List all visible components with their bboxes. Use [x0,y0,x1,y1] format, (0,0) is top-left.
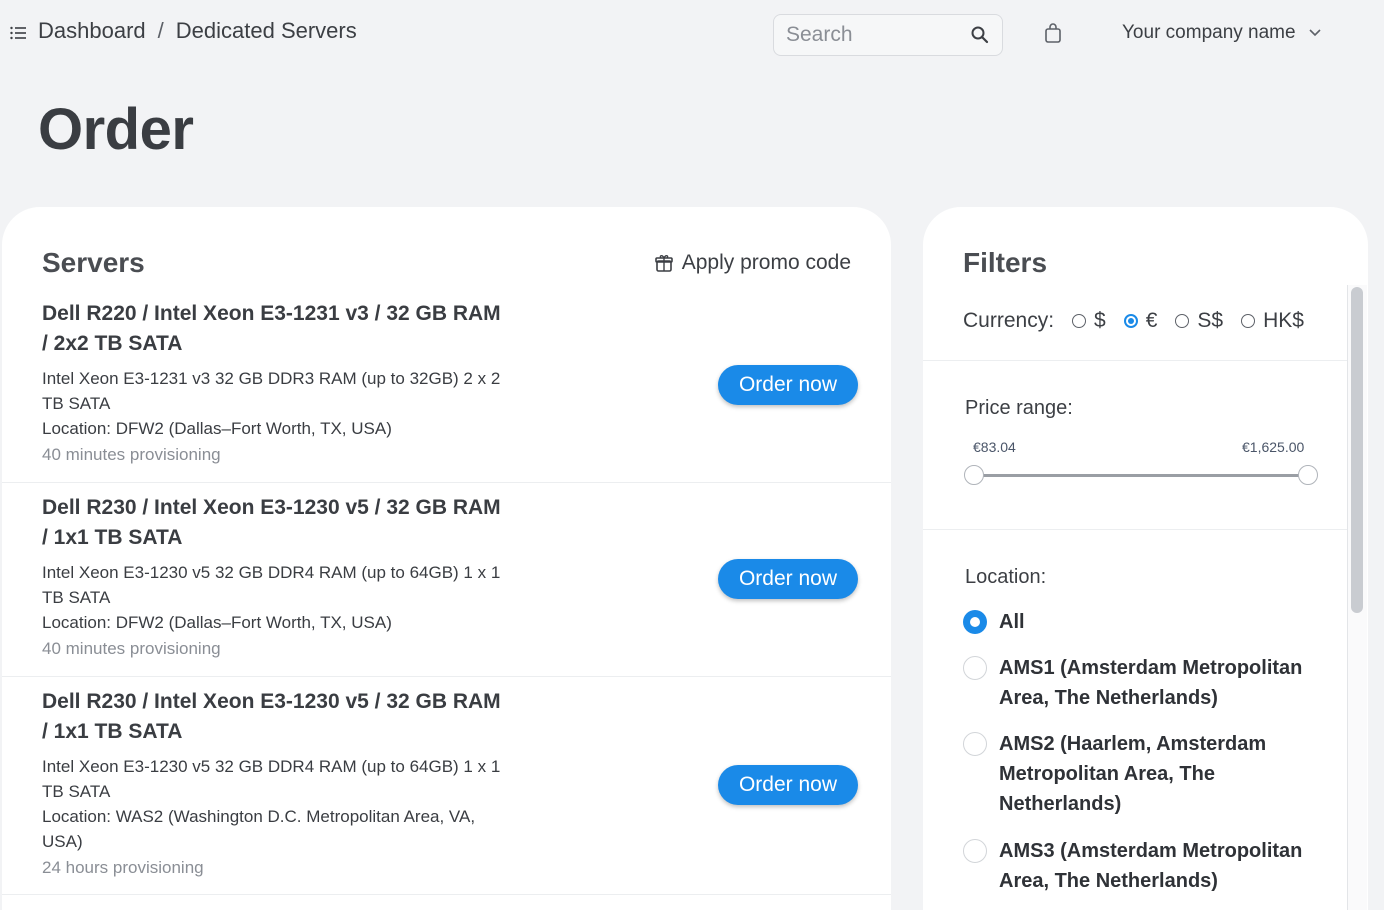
breadcrumb-separator: / [157,18,164,43]
currency-label: Currency: [963,309,1055,332]
top-bar: Dashboard / Dedicated Servers Your compa… [0,0,1384,70]
radio-button[interactable] [963,732,987,756]
price-slider-track[interactable] [973,474,1308,477]
server-provisioning: 24 hours provisioning [42,858,204,877]
server-list-item: Dell R220 / Intel Xeon E3-1231 v3 / 32 G… [2,299,891,483]
search-input[interactable] [786,23,966,47]
breadcrumb: Dashboard / Dedicated Servers [38,18,357,44]
search-box[interactable] [773,14,1003,56]
servers-panel: Servers Apply promo code Dell R220 / Int… [2,207,891,910]
server-location: Location: DFW2 (Dallas–Fort Worth, TX, U… [42,613,392,632]
order-now-button[interactable]: Order now [718,365,858,405]
currency-option-hkd[interactable]: HK$ [1241,309,1304,333]
server-name: Dell R230 / Intel Xeon E3-1230 v5 / 32 G… [42,690,501,743]
server-description: Intel Xeon E3-1230 v5 32 GB DDR4 RAM (up… [42,757,501,801]
servers-title: Servers [42,247,145,278]
price-min-value: €83.04 [973,439,1016,455]
apply-promo-code-button[interactable]: Apply promo code [654,251,851,275]
currency-option-label: HK$ [1263,309,1304,332]
location-option-label: AMS1 (Amsterdam Metropolitan Area, The N… [999,657,1303,709]
currency-option-eur[interactable]: € [1123,309,1158,333]
server-provisioning: 40 minutes provisioning [42,639,221,658]
radio-button-selected[interactable] [1123,314,1138,328]
company-selector[interactable]: Your company name [1122,22,1322,44]
company-name: Your company name [1122,22,1296,43]
radio-button[interactable] [963,839,987,863]
location-option-ams2[interactable]: AMS2 (Haarlem, Amsterdam Metropolitan Ar… [963,729,1333,819]
shopping-bag-icon[interactable] [1043,22,1063,44]
radio-button[interactable] [963,656,987,680]
location-option-all[interactable]: All [963,607,1333,637]
breadcrumb-dashboard[interactable]: Dashboard [38,18,146,44]
radio-button[interactable] [1175,314,1190,328]
search-icon[interactable] [970,25,990,45]
currency-option-label: S$ [1197,309,1224,332]
filters-panel: Filters Currency: $ € S$ HK$ Price range… [923,207,1368,910]
radio-button-selected[interactable] [963,610,987,634]
currency-option-label: € [1145,309,1158,332]
price-slider-min-handle[interactable] [964,465,984,485]
divider [923,360,1348,361]
page-title: Order [38,97,194,162]
currency-selector: Currency: $ € S$ HK$ [963,309,1304,333]
server-provisioning: 40 minutes provisioning [42,445,221,464]
server-description: Intel Xeon E3-1230 v5 32 GB DDR4 RAM (up… [42,563,501,607]
location-option-label: All [999,611,1025,633]
filters-scrollbar-thumb[interactable] [1351,287,1363,613]
currency-option-label: $ [1094,309,1106,332]
currency-option-usd[interactable]: $ [1072,309,1106,333]
server-location: Location: WAS2 (Washington D.C. Metropol… [42,807,476,851]
promo-label: Apply promo code [681,251,851,274]
server-list-item: Dell R230 / Intel Xeon E3-1230 v5 / 32 G… [2,687,891,895]
currency-option-sgd[interactable]: S$ [1175,309,1223,333]
location-label: Location: [965,566,1047,588]
location-option-ams3[interactable]: AMS3 (Amsterdam Metropolitan Area, The N… [963,836,1333,896]
breadcrumb-dedicated-servers[interactable]: Dedicated Servers [176,18,357,44]
server-name: Dell R230 / Intel Xeon E3-1230 v5 / 32 G… [42,496,501,549]
order-now-button[interactable]: Order now [718,559,858,599]
divider [923,529,1348,530]
filters-title: Filters [963,247,1048,278]
price-range-label: Price range: [965,397,1073,419]
server-name: Dell R220 / Intel Xeon E3-1231 v3 / 32 G… [42,302,501,355]
radio-button[interactable] [1241,314,1256,328]
menu-icon[interactable] [10,26,26,40]
server-location: Location: DFW2 (Dallas–Fort Worth, TX, U… [42,419,392,438]
server-description: Intel Xeon E3-1231 v3 32 GB DDR3 RAM (up… [42,369,501,413]
location-option-label: AMS2 (Haarlem, Amsterdam Metropolitan Ar… [999,733,1267,815]
location-option-label: AMS3 (Amsterdam Metropolitan Area, The N… [999,840,1303,892]
gift-icon [654,255,673,272]
price-max-value: €1,625.00 [1242,439,1305,455]
server-list-item: Dell R230 / Intel Xeon E3-1230 v5 / 32 G… [2,493,891,677]
price-slider-max-handle[interactable] [1298,465,1318,485]
chevron-down-icon [1309,29,1321,37]
location-option-ams1[interactable]: AMS1 (Amsterdam Metropolitan Area, The N… [963,653,1333,713]
order-now-button[interactable]: Order now [718,765,858,805]
radio-button[interactable] [1072,314,1087,328]
